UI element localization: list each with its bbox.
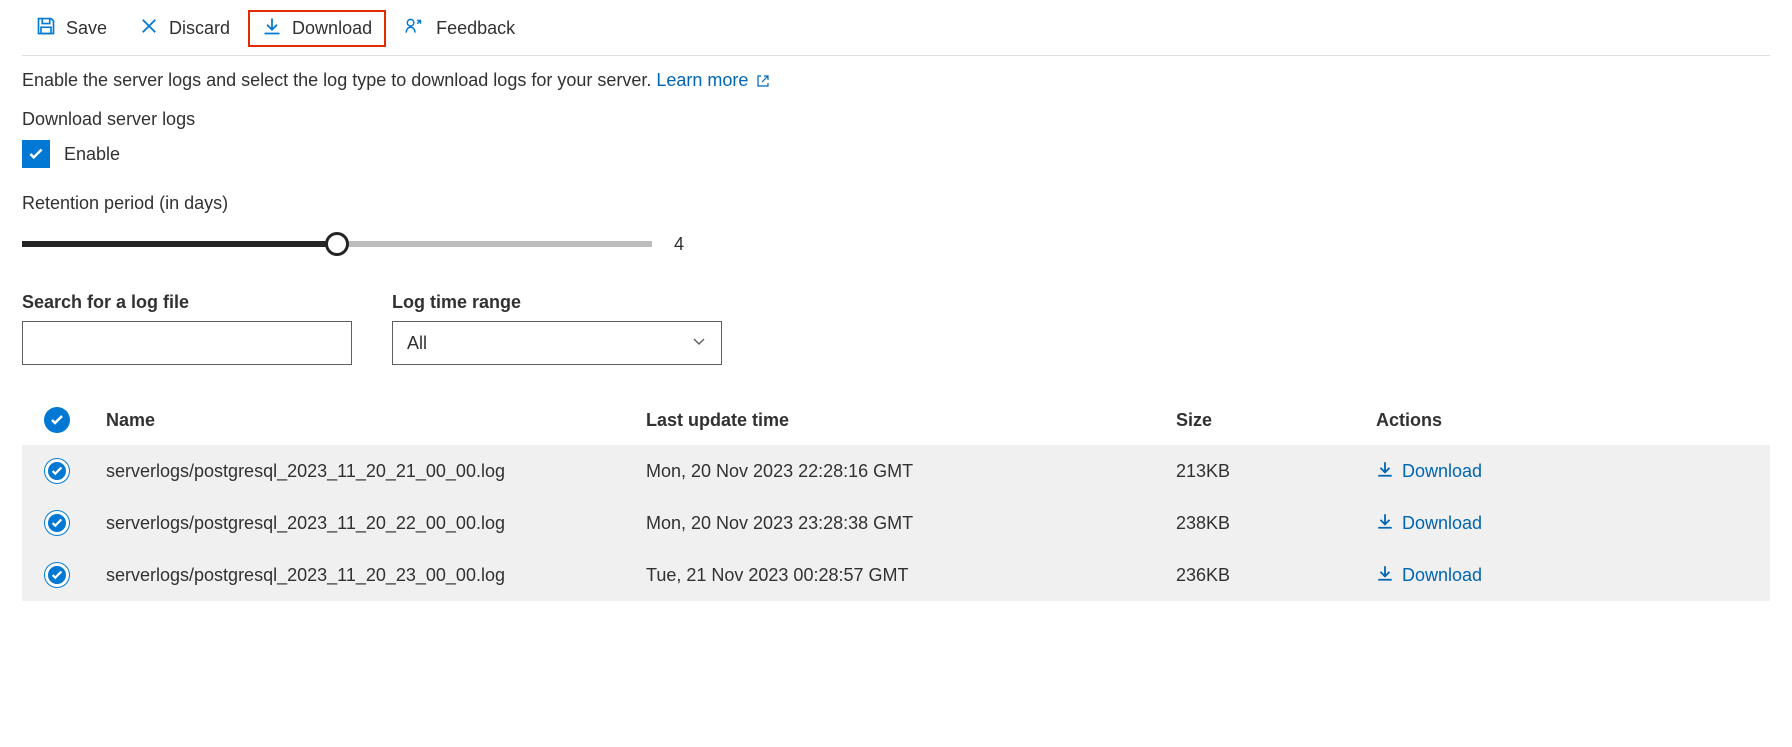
table-row[interactable]: serverlogs/postgresql_2023_11_20_22_00_0… [22, 497, 1770, 549]
cell-size: 213KB [1162, 445, 1362, 497]
slider-thumb[interactable] [325, 232, 349, 256]
cell-time: Tue, 21 Nov 2023 00:28:57 GMT [632, 549, 1162, 601]
discard-label: Discard [169, 18, 230, 39]
col-size[interactable]: Size [1162, 395, 1362, 445]
retention-label: Retention period (in days) [22, 193, 1770, 214]
enable-row: Enable [22, 140, 1770, 168]
download-icon [262, 16, 282, 41]
download-logs-title: Download server logs [22, 109, 1770, 130]
chevron-down-icon [691, 333, 707, 354]
cell-name: serverlogs/postgresql_2023_11_20_21_00_0… [92, 445, 632, 497]
cell-time: Mon, 20 Nov 2023 23:28:38 GMT [632, 497, 1162, 549]
timerange-value: All [407, 333, 427, 354]
col-actions[interactable]: Actions [1362, 395, 1770, 445]
feedback-button[interactable]: Feedback [390, 10, 529, 47]
download-icon [1376, 460, 1394, 483]
cell-name: serverlogs/postgresql_2023_11_20_23_00_0… [92, 549, 632, 601]
search-label: Search for a log file [22, 292, 352, 313]
search-group: Search for a log file [22, 292, 352, 365]
table-row[interactable]: serverlogs/postgresql_2023_11_20_21_00_0… [22, 445, 1770, 497]
save-button[interactable]: Save [22, 10, 121, 47]
retention-slider[interactable] [22, 241, 652, 247]
row-checkbox[interactable] [45, 563, 69, 587]
cell-name: serverlogs/postgresql_2023_11_20_22_00_0… [92, 497, 632, 549]
save-icon [36, 16, 56, 41]
download-icon [1376, 512, 1394, 535]
col-name[interactable]: Name [92, 395, 632, 445]
row-download-button[interactable]: Download [1376, 564, 1756, 587]
row-download-button[interactable]: Download [1376, 460, 1756, 483]
download-icon [1376, 564, 1394, 587]
search-input[interactable] [22, 321, 352, 365]
timerange-group: Log time range All [392, 292, 722, 365]
feedback-icon [404, 16, 426, 41]
download-label: Download [292, 18, 372, 39]
discard-button[interactable]: Discard [125, 10, 244, 47]
learn-more-label: Learn more [656, 70, 748, 90]
slider-fill [22, 241, 337, 247]
row-download-button[interactable]: Download [1376, 512, 1756, 535]
table-row[interactable]: serverlogs/postgresql_2023_11_20_23_00_0… [22, 549, 1770, 601]
row-download-label: Download [1402, 461, 1482, 482]
save-label: Save [66, 18, 107, 39]
row-download-label: Download [1402, 513, 1482, 534]
logs-table: Name Last update time Size Actions serve… [22, 395, 1770, 601]
cell-time: Mon, 20 Nov 2023 22:28:16 GMT [632, 445, 1162, 497]
external-link-icon [756, 74, 770, 88]
table-header-row: Name Last update time Size Actions [22, 395, 1770, 445]
close-icon [139, 16, 159, 41]
row-download-label: Download [1402, 565, 1482, 586]
description-text: Enable the server logs and select the lo… [22, 70, 1770, 91]
download-button[interactable]: Download [248, 10, 386, 47]
enable-label: Enable [64, 144, 120, 165]
col-time[interactable]: Last update time [632, 395, 1162, 445]
learn-more-link[interactable]: Learn more [656, 70, 770, 90]
feedback-label: Feedback [436, 18, 515, 39]
timerange-label: Log time range [392, 292, 722, 313]
desc-text: Enable the server logs and select the lo… [22, 70, 651, 90]
retention-slider-row: 4 [22, 224, 1770, 264]
select-all-checkbox[interactable] [44, 407, 70, 433]
cell-size: 238KB [1162, 497, 1362, 549]
timerange-select[interactable]: All [392, 321, 722, 365]
row-checkbox[interactable] [45, 459, 69, 483]
controls-row: Search for a log file Log time range All [22, 292, 1770, 365]
enable-checkbox[interactable] [22, 140, 50, 168]
row-checkbox[interactable] [45, 511, 69, 535]
retention-value: 4 [674, 234, 684, 255]
cell-size: 236KB [1162, 549, 1362, 601]
toolbar: Save Discard Download Feedback [22, 10, 1770, 56]
